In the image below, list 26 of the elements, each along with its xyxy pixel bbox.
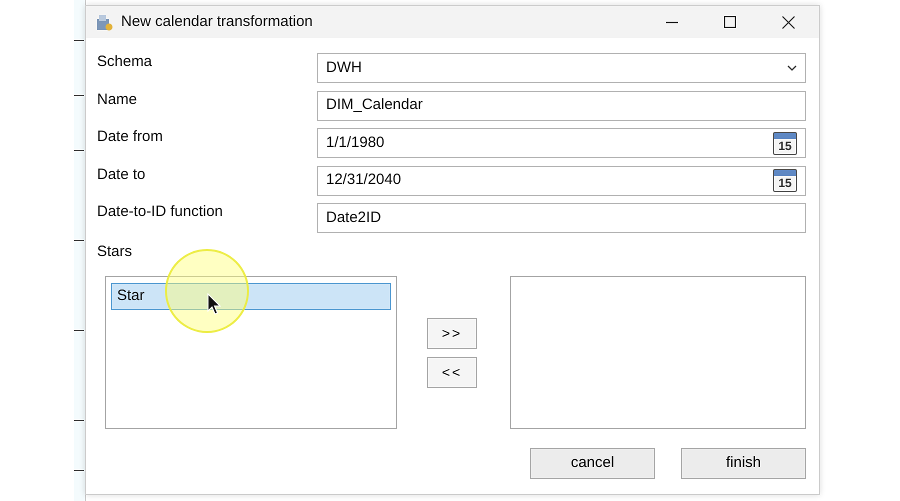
maximize-icon: [724, 16, 736, 28]
calendar-icon[interactable]: 15: [773, 132, 797, 154]
field-label: Date to: [97, 164, 146, 184]
text-field[interactable]: Date2ID: [317, 203, 806, 233]
close-icon: [782, 16, 794, 28]
date-field[interactable]: 12/31/2040 15: [317, 166, 806, 196]
text-field[interactable]: DIM_Calendar: [317, 90, 806, 120]
list-item[interactable]: Star: [111, 283, 391, 310]
calendar-icon[interactable]: 15: [773, 169, 797, 192]
date-field[interactable]: 1/1/1980 15: [317, 128, 806, 158]
pointer-icon: [207, 293, 221, 315]
stars-label: Stars: [97, 242, 134, 262]
field-label: Date-to-ID function: [97, 202, 224, 222]
dropdown-field[interactable]: DWH: [317, 53, 806, 83]
chevron-icon: [787, 65, 797, 71]
window-title: New calendar transformation: [121, 12, 313, 32]
add-button[interactable]: >>: [427, 318, 477, 348]
field-label: Schema: [97, 52, 154, 72]
remove-button[interactable]: <<: [427, 356, 477, 388]
cancel-button[interactable]: cancel: [530, 448, 655, 479]
field-label: Date from: [97, 127, 164, 147]
finish-button[interactable]: finish: [681, 448, 806, 479]
chosen-list[interactable]: [510, 276, 806, 429]
available-list[interactable]: Star: [105, 276, 397, 429]
field-label: Name: [97, 90, 138, 110]
app-icon: [96, 14, 113, 30]
